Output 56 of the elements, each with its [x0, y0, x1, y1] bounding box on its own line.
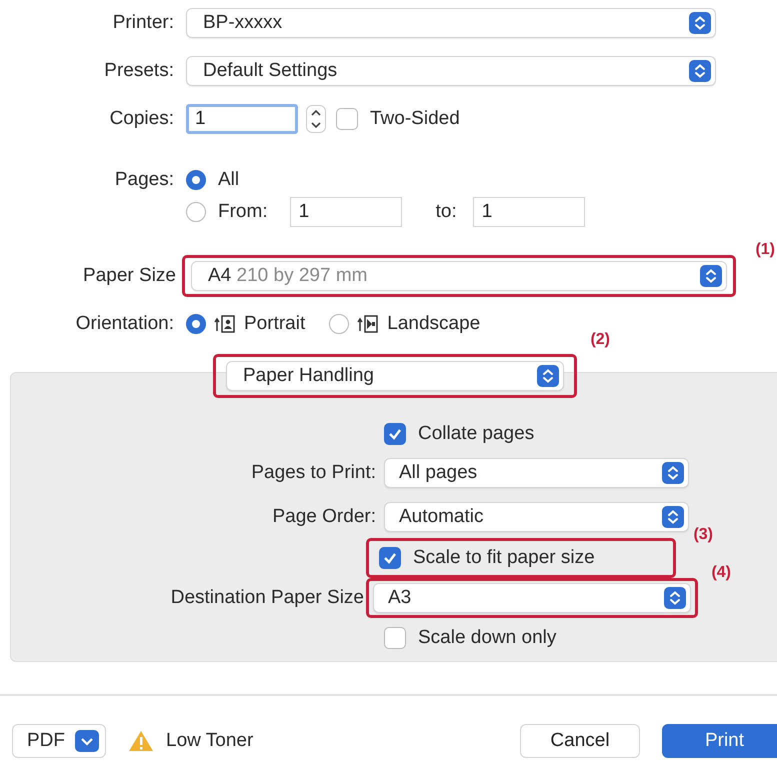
orientation-option-label: Landscape: [387, 313, 480, 335]
two-sided-label: Two-Sided: [370, 108, 460, 130]
warning-icon: [128, 729, 154, 753]
option-select[interactable]: Automatic: [384, 502, 689, 532]
option-label: Destination Paper Size: [170, 587, 364, 608]
printer-label: Printer:: [112, 12, 175, 34]
presets-label: Presets:: [103, 60, 175, 82]
portrait-icon: [214, 314, 236, 334]
stepper-icon: [662, 506, 684, 528]
checkbox-label: Scale down only: [418, 627, 556, 649]
stepper-icon: [689, 12, 711, 34]
paper-size-label: Paper Size: [82, 265, 177, 287]
stepper-icon: [700, 265, 722, 287]
paper-size-select[interactable]: A4 210 by 297 mm: [191, 261, 727, 291]
callout-number: (3): [693, 526, 713, 544]
all-label: All: [218, 169, 240, 191]
option-label: Pages to Print:: [251, 462, 376, 483]
option-label: Page Order:: [272, 506, 376, 527]
pages-label: Pages:: [114, 169, 175, 191]
copies-label: Copies:: [108, 108, 175, 130]
from-field[interactable]: 1: [290, 197, 402, 227]
radio-button[interactable]: [186, 170, 206, 190]
chevron-icon: [75, 730, 99, 752]
presets-select[interactable]: Default Settings: [186, 56, 716, 86]
cancel-button[interactable]: Cancel: [520, 724, 640, 758]
radio-button[interactable]: [186, 202, 206, 222]
print-button[interactable]: Print: [662, 724, 777, 758]
orientation-option-label: Portrait: [244, 313, 306, 335]
orientation-label: Orientation:: [74, 313, 175, 335]
option-select[interactable]: A3: [373, 583, 691, 613]
checkbox-label: Collate pages: [418, 423, 534, 445]
copies-field[interactable]: 1: [186, 104, 298, 134]
stepper-icon[interactable]: [306, 105, 326, 133]
to-label: to:: [436, 201, 457, 223]
radio-button[interactable]: [329, 314, 350, 334]
checkbox[interactable]: [384, 627, 406, 649]
pdf-menu-button[interactable]: PDF: [12, 724, 106, 758]
callout-number: (1): [755, 241, 775, 259]
to-field[interactable]: 1: [472, 197, 585, 227]
stepper-icon: [689, 60, 711, 82]
low-toner-text: Low Toner: [166, 730, 254, 752]
checkbox[interactable]: [379, 547, 401, 569]
stepper-icon: [662, 462, 684, 484]
section-menu-select[interactable]: Paper Handling: [226, 361, 564, 391]
stepper-icon: [664, 587, 686, 609]
checkbox-label: Scale to fit paper size: [413, 547, 595, 569]
stepper-icon: [537, 365, 559, 387]
checkbox[interactable]: [384, 423, 406, 445]
radio-button[interactable]: [186, 314, 206, 334]
landscape-icon: [357, 314, 380, 334]
two-sided-checkbox[interactable]: [336, 108, 358, 130]
callout-number: (4): [711, 564, 731, 582]
callout-number: (2): [590, 331, 610, 349]
option-select[interactable]: All pages: [384, 458, 689, 488]
printer-select[interactable]: BP-xxxxx: [186, 8, 716, 38]
from-label: From:: [218, 201, 268, 223]
